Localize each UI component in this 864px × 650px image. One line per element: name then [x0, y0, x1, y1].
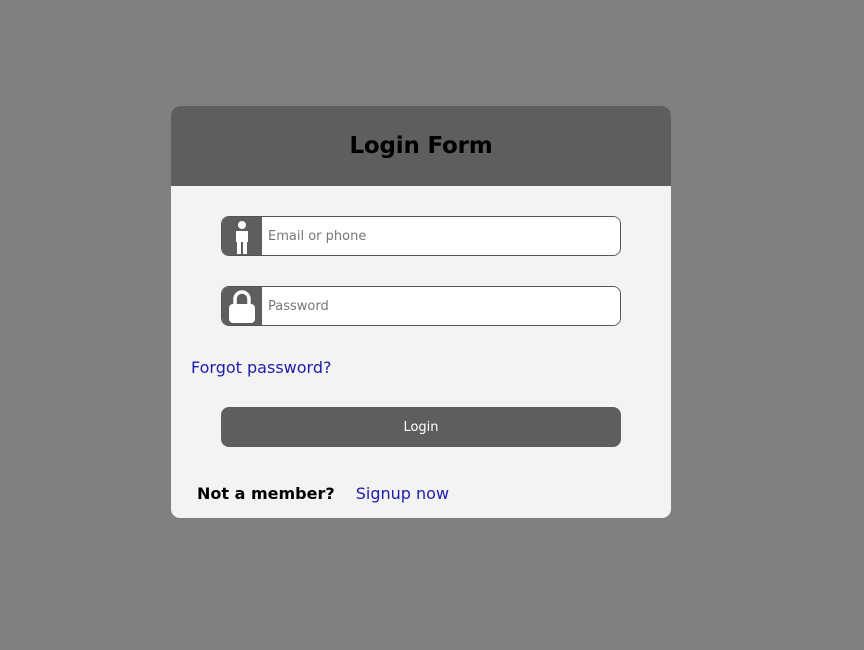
signup-row: Not a member? Signup now: [197, 484, 449, 503]
login-button[interactable]: Login: [221, 407, 621, 447]
user-icon: [222, 217, 262, 255]
email-input[interactable]: [262, 217, 620, 255]
signup-link[interactable]: Signup now: [356, 484, 449, 503]
card-header: Login Form: [171, 106, 671, 186]
lock-icon: [222, 287, 262, 325]
page-title: Login Form: [349, 133, 493, 159]
not-member-label: Not a member?: [197, 484, 335, 503]
login-card: Login Form Forgot password? Login Not a …: [171, 106, 671, 518]
password-input[interactable]: [262, 287, 620, 325]
email-field[interactable]: [221, 216, 621, 256]
forgot-password-link[interactable]: Forgot password?: [191, 358, 331, 377]
password-field[interactable]: [221, 286, 621, 326]
